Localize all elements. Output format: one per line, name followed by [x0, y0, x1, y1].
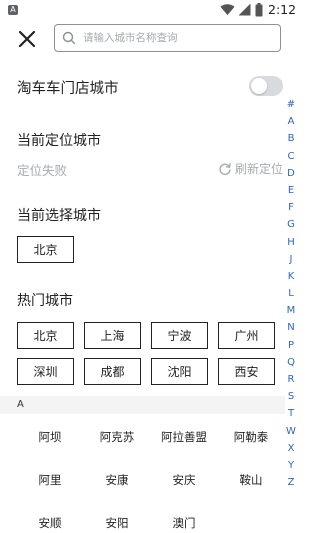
app-notification-icon: A	[8, 5, 18, 15]
toggle-knob	[251, 78, 267, 94]
store-filter-label: 淘车车门店城市	[17, 81, 119, 97]
city-list-item[interactable]: 阿克苏	[82, 429, 152, 445]
selected-city-chip[interactable]: 北京	[17, 236, 74, 263]
search-icon	[62, 31, 76, 45]
index-letter[interactable]: N	[284, 319, 298, 336]
battery-icon	[255, 3, 263, 17]
hot-city-chip[interactable]: 西安	[218, 358, 275, 385]
refresh-location-label: 刷新定位	[235, 162, 284, 176]
hot-cities-title: 热门城市	[17, 293, 73, 309]
index-letter[interactable]: A	[284, 113, 298, 130]
index-letter[interactable]: D	[284, 165, 298, 182]
index-letter[interactable]: G	[284, 216, 298, 233]
refresh-location-button[interactable]: 刷新定位	[218, 160, 283, 177]
index-letter[interactable]: #	[284, 96, 298, 113]
search-box[interactable]	[54, 24, 281, 52]
city-list-item[interactable]: 阿勒泰	[216, 429, 286, 445]
index-letter[interactable]: Z	[284, 474, 298, 491]
index-letter[interactable]: X	[284, 440, 298, 457]
index-letter[interactable]: J	[284, 251, 298, 268]
index-letter[interactable]: Y	[284, 457, 298, 474]
index-letter[interactable]: E	[284, 182, 298, 199]
group-header: A	[0, 396, 285, 414]
alphabet-index-bar[interactable]: # A B C D E F G H J K L M N P Q R S T W …	[284, 96, 298, 491]
hot-city-chip[interactable]: 成都	[84, 358, 141, 385]
store-filter-toggle[interactable]	[249, 76, 283, 96]
status-bar: A 2:12	[0, 0, 300, 20]
hot-city-chip[interactable]: 上海	[84, 322, 141, 349]
index-letter[interactable]: P	[284, 337, 298, 354]
index-letter[interactable]: F	[284, 199, 298, 216]
current-location-title: 当前定位城市	[17, 133, 101, 149]
index-letter[interactable]: T	[284, 405, 298, 422]
wifi-icon	[220, 4, 235, 16]
index-letter[interactable]: B	[284, 130, 298, 147]
index-letter[interactable]: Q	[284, 354, 298, 371]
group-letter: A	[17, 399, 24, 410]
city-list-item[interactable]: 安庆	[149, 472, 219, 488]
location-status: 定位失败	[17, 163, 68, 178]
hot-city-chip[interactable]: 沈阳	[151, 358, 208, 385]
index-letter[interactable]: W	[284, 423, 298, 440]
index-letter[interactable]: S	[284, 388, 298, 405]
hot-city-chip[interactable]: 广州	[218, 322, 275, 349]
hot-city-chip[interactable]: 北京	[17, 322, 74, 349]
city-list-item[interactable]: 安阳	[82, 515, 152, 531]
hot-city-chip[interactable]: 深圳	[17, 358, 74, 385]
refresh-icon	[219, 162, 231, 175]
city-list-item[interactable]: 阿拉善盟	[149, 429, 219, 445]
city-list-item[interactable]: 安顺	[15, 515, 85, 531]
close-button[interactable]	[14, 26, 40, 52]
status-time: 2:12	[268, 2, 297, 17]
close-icon	[18, 30, 36, 48]
signal-icon	[238, 3, 251, 16]
city-list-item[interactable]: 安康	[82, 472, 152, 488]
current-selection-title: 当前选择城市	[17, 208, 101, 224]
city-list-item[interactable]: 阿里	[15, 472, 85, 488]
index-letter[interactable]: M	[284, 302, 298, 319]
index-letter[interactable]: L	[284, 285, 298, 302]
index-letter[interactable]: C	[284, 148, 298, 165]
city-list-item[interactable]: 澳门	[149, 515, 219, 531]
index-letter[interactable]: H	[284, 234, 298, 251]
hot-city-chip[interactable]: 宁波	[151, 322, 208, 349]
index-letter[interactable]: R	[284, 371, 298, 388]
index-letter[interactable]: K	[284, 268, 298, 285]
city-list-item[interactable]: 阿坝	[15, 429, 85, 445]
search-input[interactable]	[83, 28, 273, 48]
city-list-item[interactable]: 鞍山	[216, 472, 286, 488]
